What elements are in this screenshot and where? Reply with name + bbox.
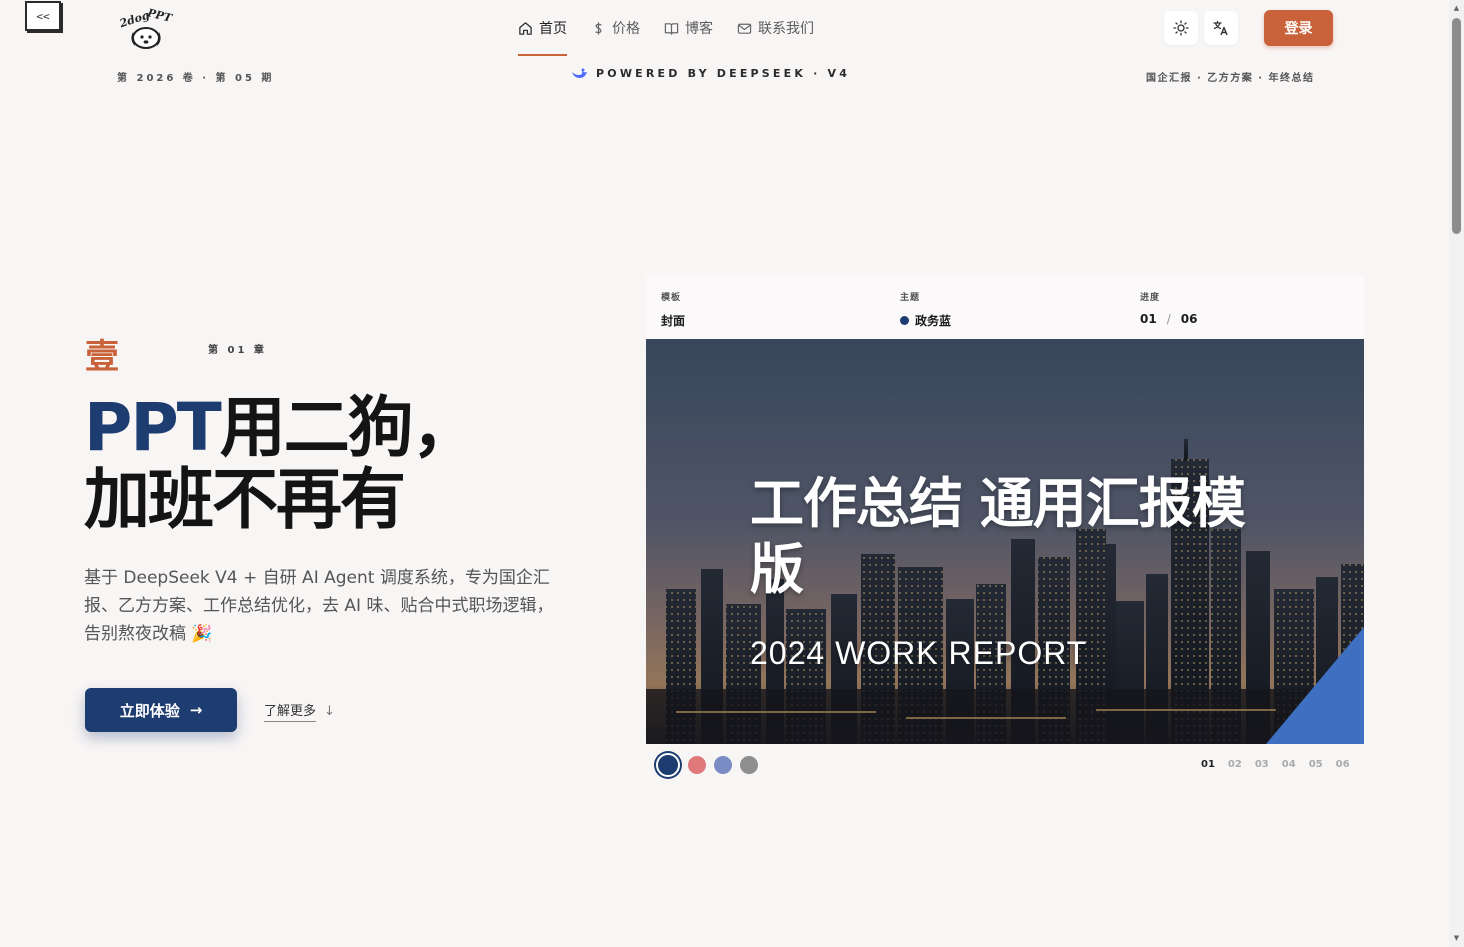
preview-panel-header: 模板 封面 主题 政务蓝 进度 01 / 06 xyxy=(646,276,1364,339)
page-04[interactable]: 04 xyxy=(1282,759,1296,770)
headline-line2: 加班不再有 xyxy=(84,461,406,538)
theme-value-row: 政务蓝 xyxy=(900,312,951,329)
template-value: 封面 xyxy=(661,314,686,328)
learn-more-link[interactable]: 了解更多 ↓ xyxy=(264,700,335,722)
issue-label: 第 2026 卷 · 第 05 期 xyxy=(117,73,275,84)
scroll-up-icon[interactable]: ▲ xyxy=(1452,4,1461,13)
slide-pager: 01 02 03 04 05 06 xyxy=(1201,759,1350,770)
theme-color-dot xyxy=(900,316,909,325)
arrow-right-icon: → xyxy=(189,701,203,719)
deepseek-whale-icon xyxy=(572,68,587,78)
theme-label: 主题 xyxy=(900,293,921,303)
page-02[interactable]: 02 xyxy=(1228,759,1242,770)
slide-preview[interactable]: 工作总结 通用汇报模版 2024 WORK REPORT xyxy=(646,339,1364,744)
language-toggle-button[interactable] xyxy=(1204,11,1238,45)
nav-label: 博客 xyxy=(685,21,713,37)
hero-description: 基于 DeepSeek V4 + 自研 AI Agent 调度系统，专为国企汇报… xyxy=(84,568,554,644)
chapter-number: 壹 xyxy=(85,337,119,377)
page-05[interactable]: 05 xyxy=(1309,759,1323,770)
progress-total: 06 xyxy=(1180,312,1198,326)
theme-info: 主题 政务蓝 xyxy=(900,290,951,329)
swatch-periwinkle[interactable] xyxy=(714,756,732,774)
template-info: 模板 封面 xyxy=(661,290,685,329)
slide-title: 工作总结 通用汇报模版 xyxy=(750,472,1246,601)
dollar-icon xyxy=(591,21,606,36)
home-icon xyxy=(518,21,533,36)
try-now-button[interactable]: 立即体验 → xyxy=(85,688,237,732)
nav-label: 联系我们 xyxy=(758,21,814,37)
progress-current: 01 xyxy=(1140,312,1157,326)
headline-accent: PPT xyxy=(84,389,222,466)
book-icon xyxy=(664,21,679,36)
login-button[interactable]: 登录 xyxy=(1264,10,1333,46)
sun-icon xyxy=(1173,20,1189,36)
scrollbar-thumb[interactable] xyxy=(1452,18,1461,234)
swatch-gray[interactable] xyxy=(740,756,758,774)
chapter-label: 第 01 章 xyxy=(208,345,267,356)
collapse-sidebar-button[interactable]: << xyxy=(25,1,61,31)
cta-label: 立即体验 xyxy=(119,701,180,720)
swatch-coral[interactable] xyxy=(688,756,706,774)
progress-value: 01 / 06 xyxy=(1140,312,1197,326)
theme-swatches xyxy=(656,753,758,777)
scroll-down-icon[interactable]: ▼ xyxy=(1452,934,1461,943)
nav-item-pricing[interactable]: 价格 xyxy=(591,0,652,56)
logo[interactable]: 2dog PPT xyxy=(117,6,175,50)
translate-icon xyxy=(1213,20,1228,36)
slide-subtitle: 2024 WORK REPORT xyxy=(750,635,1088,671)
powered-by: POWERED BY DEEPSEEK · V4 xyxy=(571,67,850,80)
page-03[interactable]: 03 xyxy=(1255,759,1269,770)
learn-more-label: 了解更多 xyxy=(264,700,317,722)
arrow-down-icon: ↓ xyxy=(324,703,335,719)
collapse-label: << xyxy=(36,9,50,23)
nav-item-blog[interactable]: 博客 xyxy=(664,0,725,56)
powered-text: POWERED BY DEEPSEEK · V4 xyxy=(596,67,851,80)
svg-text:PPT: PPT xyxy=(145,6,174,25)
template-label: 模板 xyxy=(661,293,682,303)
mail-icon xyxy=(737,21,752,36)
theme-toggle-button[interactable] xyxy=(1164,11,1198,45)
dog-logo-icon: 2dog PPT xyxy=(117,6,174,49)
headline-line1: 用二狗， xyxy=(219,389,478,466)
nav-item-contact[interactable]: 联系我们 xyxy=(737,0,826,56)
nav-item-home[interactable]: 首页 xyxy=(518,0,579,56)
page-01[interactable]: 01 xyxy=(1201,759,1215,770)
main-nav: 首页 价格 博客 联系我们 xyxy=(518,0,838,57)
page-06[interactable]: 06 xyxy=(1336,759,1350,770)
page-title: PPT用二狗， 加班不再有 xyxy=(84,389,478,538)
theme-value: 政务蓝 xyxy=(915,314,952,328)
nav-label: 价格 xyxy=(612,21,640,37)
nav-label: 首页 xyxy=(539,21,567,37)
tags-label: 国企汇报 · 乙方方案 · 年终总结 xyxy=(1146,73,1315,84)
progress-separator: / xyxy=(1166,312,1171,326)
swatch-navy[interactable] xyxy=(656,753,680,777)
progress-label: 进度 xyxy=(1140,293,1161,303)
progress-info: 进度 01 / 06 xyxy=(1140,290,1197,326)
